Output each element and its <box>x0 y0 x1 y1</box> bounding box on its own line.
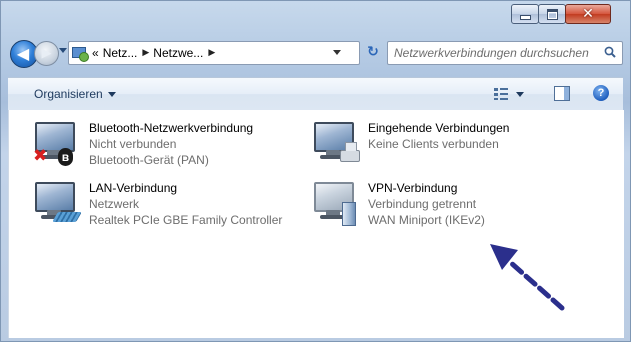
search-box[interactable]: Netzwerkverbindungen durchsuchen <box>387 41 623 65</box>
view-details-icon <box>494 88 508 100</box>
connection-name: LAN-Verbindung <box>89 181 178 195</box>
connection-item-lan[interactable]: LAN-Verbindung Netzwerk Realtek PCIe GBE… <box>31 180 282 228</box>
connection-status: Netzwerk <box>89 197 140 211</box>
connection-item-vpn[interactable]: VPN-Verbindung Verbindung getrennt WAN M… <box>310 180 485 228</box>
chevron-down-icon <box>107 92 116 98</box>
preview-pane-button[interactable] <box>554 86 570 101</box>
help-icon[interactable]: ? <box>593 85 609 101</box>
maximize-button[interactable] <box>538 4 566 24</box>
forward-button[interactable]: ▶ <box>34 41 59 66</box>
connection-device: WAN Miniport (IKEv2) <box>368 213 485 227</box>
search-input[interactable]: Netzwerkverbindungen durchsuchen <box>394 46 589 60</box>
maximize-icon <box>546 8 558 20</box>
breadcrumb-overflow[interactable]: « <box>92 46 99 60</box>
bluetooth-network-icon: ✖ ʙ <box>31 120 83 168</box>
close-icon: ✕ <box>582 6 594 22</box>
connection-name: Eingehende Verbindungen <box>368 121 510 135</box>
caption-buttons: ✕ <box>511 4 611 24</box>
explorer-window: ✕ ◀ ▶ « Netz... ▶ Netzwe... ▶ ↻ Netzwerk… <box>0 0 631 342</box>
connection-status: Keine Clients verbunden <box>368 137 499 151</box>
organize-label: Organisieren <box>34 87 103 101</box>
connection-status: Nicht verbunden <box>89 137 177 151</box>
incoming-connections-icon <box>310 120 362 168</box>
change-view-button[interactable] <box>494 86 524 102</box>
connection-item-incoming[interactable]: Eingehende Verbindungen Keine Clients ve… <box>310 120 509 168</box>
address-bar[interactable]: « Netz... ▶ Netzwe... ▶ <box>68 41 360 65</box>
close-button[interactable]: ✕ <box>565 4 611 24</box>
connection-device: Bluetooth-Gerät (PAN) <box>89 153 209 167</box>
refresh-icon: ↻ <box>367 44 379 60</box>
command-bar: Organisieren ? <box>8 77 623 111</box>
connections-list: ✖ ʙ Bluetooth-Netzwerkverbindung Nicht v… <box>8 110 624 338</box>
refresh-button[interactable]: ↻ <box>362 41 384 63</box>
forward-arrow-icon: ▶ <box>41 46 52 61</box>
bluetooth-icon: ʙ <box>58 148 73 166</box>
minimize-icon <box>519 14 531 20</box>
breadcrumb-item-1[interactable]: Netz... <box>103 46 138 60</box>
breadcrumb-separator-icon[interactable]: ▶ <box>208 48 215 58</box>
connection-device: Realtek PCIe GBE Family Controller <box>89 213 283 227</box>
recent-pages-dropdown[interactable] <box>59 48 67 53</box>
network-folder-icon <box>72 46 89 62</box>
lan-connection-icon <box>31 180 83 228</box>
organize-menu-button[interactable]: Organisieren <box>34 87 116 101</box>
connection-item-bluetooth[interactable]: ✖ ʙ Bluetooth-Netzwerkverbindung Nicht v… <box>31 120 253 168</box>
navigation-bar: ◀ ▶ « Netz... ▶ Netzwe... ▶ ↻ Netzwerkve… <box>10 40 623 68</box>
minimize-button[interactable] <box>511 4 539 24</box>
connection-status: Verbindung getrennt <box>368 197 477 211</box>
breadcrumb-separator-icon[interactable]: ▶ <box>142 48 149 58</box>
back-arrow-icon: ◀ <box>16 44 30 63</box>
chevron-down-icon <box>516 91 524 97</box>
connection-name: VPN-Verbindung <box>368 181 458 195</box>
address-dropdown-icon[interactable] <box>333 50 341 55</box>
connection-name: Bluetooth-Netzwerkverbindung <box>89 121 254 135</box>
search-icon[interactable] <box>604 46 616 58</box>
breadcrumb-item-2[interactable]: Netzwe... <box>153 46 203 60</box>
error-x-icon: ✖ <box>33 146 48 166</box>
vpn-connection-icon <box>310 180 362 228</box>
